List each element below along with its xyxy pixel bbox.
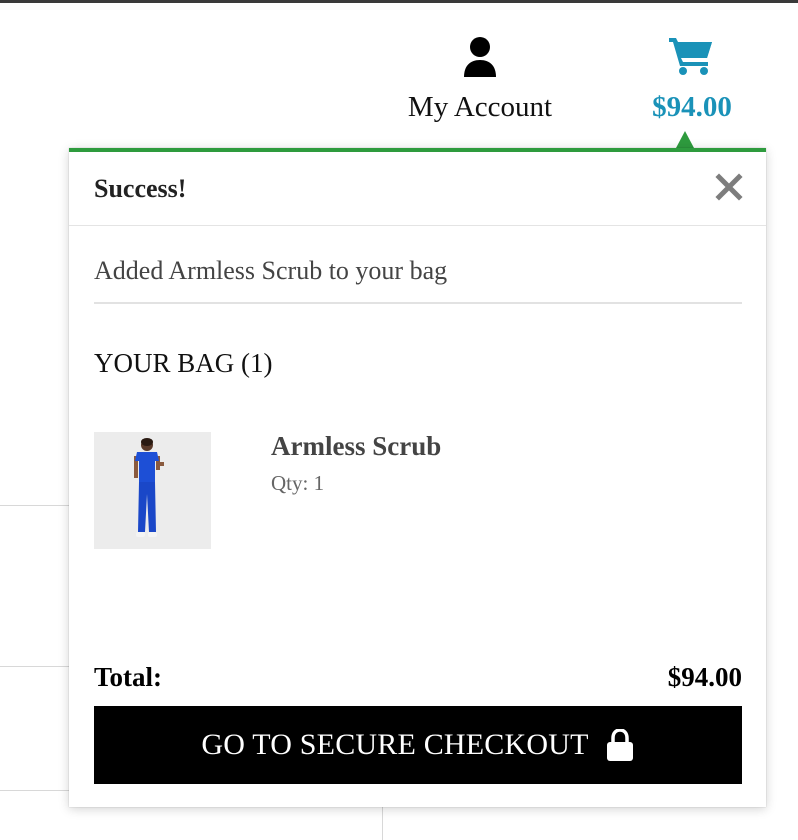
lock-icon — [606, 729, 633, 761]
secure-checkout-button[interactable]: GO TO SECURE CHECKOUT — [94, 706, 742, 784]
bg-divider — [382, 807, 383, 840]
my-account-link[interactable]: My Account — [398, 36, 562, 128]
notification-title: Success! — [94, 174, 187, 203]
added-to-bag-message: Added Armless Scrub to your bag — [94, 256, 742, 304]
bg-divider — [0, 666, 69, 667]
cart-total: $94.00 — [652, 91, 732, 123]
bg-divider — [0, 505, 69, 506]
person-icon — [464, 37, 496, 77]
my-account-label: My Account — [407, 91, 553, 123]
shopping-cart-icon — [669, 38, 712, 75]
total-label: Total: — [94, 662, 163, 692]
product-name[interactable]: Armless Scrub — [271, 431, 441, 461]
bg-divider — [0, 790, 69, 791]
checkout-label: GO TO SECURE CHECKOUT — [201, 728, 589, 761]
product-quantity: Qty: 1 — [271, 471, 325, 495]
close-button[interactable] — [714, 172, 744, 202]
close-icon — [715, 173, 743, 201]
product-photo — [94, 432, 211, 549]
total-value: $94.00 — [667, 662, 742, 692]
cart-link[interactable]: $94.00 — [640, 34, 744, 128]
dropdown-caret — [676, 131, 694, 148]
bag-title: YOUR BAG (1) — [94, 348, 273, 378]
notification-header: Success! — [69, 152, 766, 226]
top-border — [0, 0, 798, 3]
mini-cart-dropdown: Success! Added Armless Scrub to your bag… — [69, 148, 766, 807]
product-image[interactable] — [94, 432, 211, 549]
